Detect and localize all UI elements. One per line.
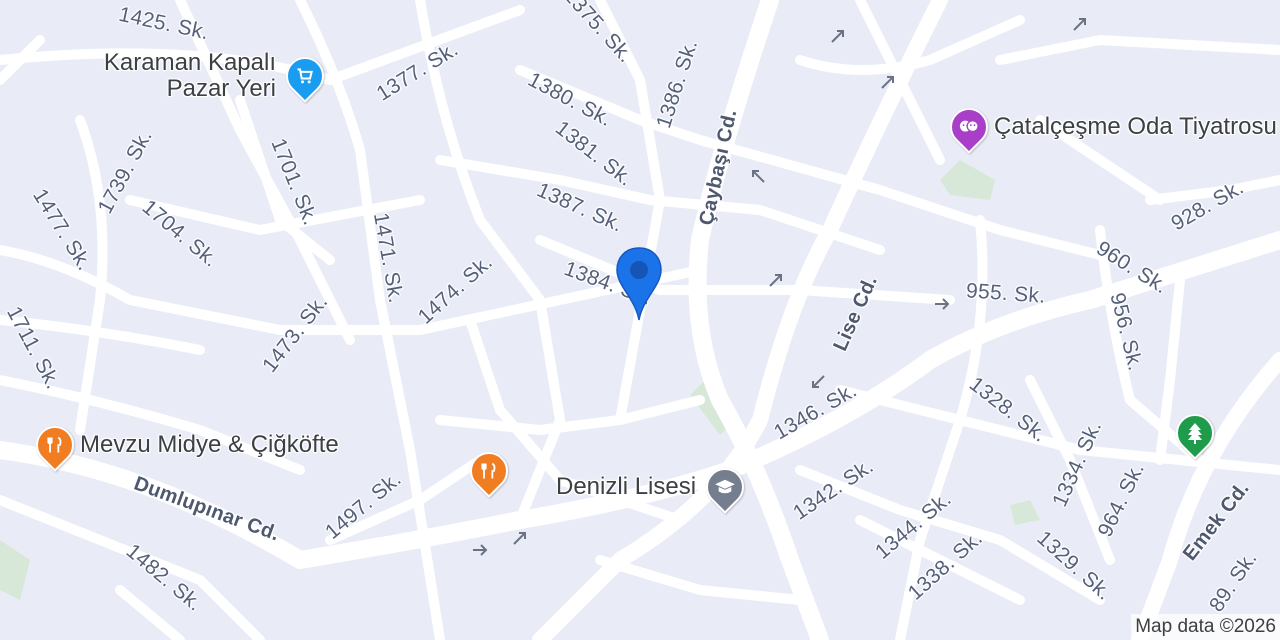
one-way-arrow-icon bbox=[473, 544, 488, 556]
park-area bbox=[0, 540, 30, 600]
map-attribution: Map data ©2026 bbox=[1131, 614, 1280, 640]
one-way-arrow-icon bbox=[513, 532, 526, 545]
one-way-arrow-icon bbox=[831, 30, 844, 43]
one-way-arrow-icon bbox=[769, 274, 782, 287]
one-way-arrow-icon bbox=[1073, 18, 1086, 31]
school-icon bbox=[698, 460, 752, 514]
location-pin-icon[interactable] bbox=[613, 246, 665, 322]
one-way-arrow-icon bbox=[812, 375, 825, 388]
park-area bbox=[940, 160, 995, 200]
poi-label: Çatalçeşme Oda Tiyatrosu bbox=[994, 113, 1277, 140]
poi-karaman-market[interactable]: Karaman Kapalı Pazar Yeri bbox=[40, 49, 332, 103]
poi-label: Mevzu Midye & Çiğköfte bbox=[80, 431, 339, 458]
tree-icon bbox=[1168, 406, 1222, 460]
one-way-arrow-icon bbox=[752, 170, 765, 183]
poi-label: Karaman Kapalı Pazar Yeri bbox=[103, 49, 276, 102]
poi-park[interactable] bbox=[1168, 406, 1222, 460]
poi-catalcesme-theater[interactable]: Çatalçeşme Oda Tiyatrosu bbox=[942, 100, 1277, 154]
poi-restaurant[interactable] bbox=[462, 444, 516, 498]
caybasi-road bbox=[688, 0, 829, 640]
park-area bbox=[1010, 500, 1040, 525]
theater-masks-icon bbox=[942, 100, 996, 154]
restaurant-icon bbox=[462, 444, 516, 498]
restaurant-icon bbox=[28, 418, 82, 472]
map-canvas[interactable]: 1425. Sk. 1375. Sk. 1377. Sk. 1380. Sk. … bbox=[0, 0, 1280, 640]
poi-mevzu-restaurant[interactable]: Mevzu Midye & Çiğköfte bbox=[28, 418, 339, 472]
poi-label: Denizli Lisesi bbox=[556, 473, 697, 500]
one-way-arrow-icon bbox=[881, 76, 894, 89]
one-way-arrow-icon bbox=[935, 298, 950, 310]
shopping-cart-icon bbox=[278, 49, 332, 103]
poi-denizli-lisesi[interactable]: Denizli Lisesi bbox=[550, 460, 752, 514]
